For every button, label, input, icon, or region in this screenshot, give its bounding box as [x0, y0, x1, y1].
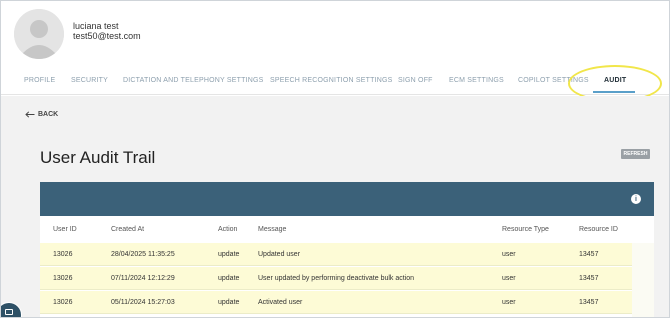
user-avatar-icon — [14, 9, 64, 59]
tab-profile[interactable]: PROFILE — [24, 77, 55, 84]
cell-message: Updated user — [258, 251, 301, 258]
cell-created-at: 07/11/2024 12:12:29 — [111, 275, 175, 282]
cell-resource-type: user — [502, 275, 516, 282]
cell-action: update — [218, 299, 240, 306]
tab-ecm-settings[interactable]: ECM SETTINGS — [449, 77, 504, 84]
cell-action: update — [218, 275, 240, 282]
cell-created-at: 28/04/2025 11:35:25 — [111, 251, 175, 258]
user-header: luciana test test50@test.com — [1, 1, 669, 67]
tab-dictation-telephony[interactable]: DICTATION AND TELEPHONY SETTINGS — [123, 77, 263, 84]
refresh-button[interactable]: REFRESH — [621, 149, 650, 159]
column-header[interactable]: Resource Type — [502, 226, 549, 233]
user-name: luciana test — [73, 21, 119, 31]
cell-user-id: 13026 — [53, 299, 73, 306]
column-header[interactable]: User ID — [53, 226, 77, 233]
cell-created-at: 05/11/2024 15:27:03 — [111, 299, 175, 306]
table-header: User ID Created At Action Message Resour… — [40, 216, 654, 243]
table-row[interactable]: 13026 07/11/2024 12:12:29 update User up… — [40, 267, 632, 290]
cell-action: update — [218, 251, 240, 258]
cell-resource-id: 13457 — [579, 275, 599, 282]
table-toolbar: i — [40, 182, 654, 216]
tab-speech-recognition[interactable]: SPEECH RECOGNITION SETTINGS — [270, 77, 392, 84]
column-header[interactable]: Created At — [111, 226, 144, 233]
table-scroll-gutter — [632, 243, 654, 317]
cell-resource-id: 13457 — [579, 251, 599, 258]
tab-security[interactable]: SECURITY — [71, 77, 108, 84]
cell-message: User updated by performing deactivate bu… — [258, 275, 415, 282]
table-row[interactable]: 13026 28/04/2025 11:35:25 update Updated… — [40, 243, 632, 266]
user-email: test50@test.com — [73, 31, 141, 41]
back-label: BACK — [38, 111, 59, 118]
column-header[interactable]: Resource ID — [579, 226, 618, 233]
column-header[interactable]: Action — [218, 226, 237, 233]
page-title: User Audit Trail — [40, 148, 156, 167]
cell-user-id: 13026 — [53, 251, 73, 258]
cell-message: Activated user — [258, 299, 303, 306]
audit-content: BACK User Audit Trail REFRESH i User ID … — [1, 96, 669, 317]
cell-resource-type: user — [502, 251, 516, 258]
cell-user-id: 13026 — [53, 275, 73, 282]
info-icon[interactable]: i — [631, 194, 641, 204]
cell-resource-id: 13457 — [579, 299, 599, 306]
chat-icon — [5, 309, 13, 315]
audit-table: i User ID Created At Action Message Reso… — [40, 182, 654, 317]
app-window: luciana test test50@test.com PROFILE SEC… — [0, 0, 670, 318]
column-header[interactable]: Message — [258, 226, 286, 233]
cell-resource-type: user — [502, 299, 516, 306]
tab-sign-off[interactable]: SIGN OFF — [398, 77, 433, 84]
arrow-left-icon — [25, 111, 35, 118]
back-button[interactable]: BACK — [25, 111, 58, 118]
table-row[interactable]: 13026 05/11/2024 15:27:03 update Activat… — [40, 291, 632, 314]
